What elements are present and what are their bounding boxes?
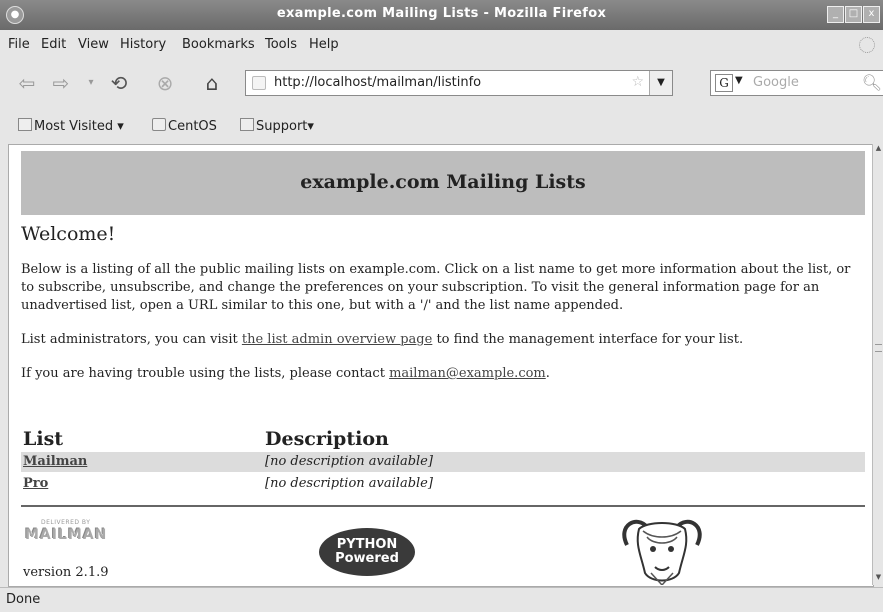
bookmark-centos[interactable]: CentOS (152, 118, 217, 134)
scroll-thumb-grip[interactable] (875, 344, 882, 352)
browser-window: ● example.com Mailing Lists - Mozilla Fi… (0, 0, 883, 612)
search-engine-icon[interactable]: G (715, 74, 733, 92)
admin-text-suffix: to find the management interface for you… (432, 332, 744, 347)
menu-help[interactable]: Help (309, 37, 339, 52)
column-header-list: List (23, 428, 64, 450)
contact-text: If you are having trouble using the list… (21, 366, 390, 381)
contact-text-suffix: . (545, 366, 550, 381)
page-content: example.com Mailing Lists Welcome! Below… (8, 144, 874, 587)
scroll-down-arrow-icon[interactable]: ▼ (873, 573, 883, 585)
folder-icon (240, 118, 254, 131)
bookmark-most-visited[interactable]: Most Visited ▾ (18, 118, 124, 134)
bookmark-label: Most Visited (34, 119, 114, 134)
admin-text: List administrators, you can visit (21, 332, 242, 347)
welcome-heading: Welcome! (21, 223, 116, 245)
address-url[interactable]: http://localhost/mailman/listinfo (274, 75, 481, 90)
list-link-pro[interactable]: Pro (23, 476, 48, 491)
admin-overview-link[interactable]: the list admin overview page (242, 332, 432, 347)
menu-edit[interactable]: Edit (41, 37, 66, 52)
close-button[interactable]: x (863, 6, 880, 23)
search-magnifier-icon[interactable]: 🔍︎ (862, 73, 882, 92)
search-engine-dropdown-icon[interactable]: ▼ (735, 75, 743, 86)
bookmarks-toolbar: Most Visited ▾ CentOS Support▾ (0, 112, 883, 138)
activity-throbber-icon (859, 37, 875, 53)
list-link-mailman[interactable]: Mailman (23, 454, 87, 469)
python-logo-line2: Powered (335, 551, 399, 566)
version-label: version 2.1.9 (23, 565, 109, 580)
chevron-down-icon: ▾ (117, 119, 124, 134)
list-description: [no description available] (265, 454, 433, 469)
forward-arrow-icon[interactable]: ⇨ (50, 70, 72, 96)
contact-email-link[interactable]: mailman@example.com (389, 366, 546, 381)
reload-icon[interactable]: ⟲ (104, 70, 134, 96)
scroll-up-arrow-icon[interactable]: ▲ (873, 144, 883, 156)
contact-paragraph: If you are having trouble using the list… (21, 365, 861, 383)
intro-paragraph: Below is a listing of all the public mai… (21, 262, 851, 313)
column-header-description: Description (265, 428, 389, 450)
address-bar[interactable]: http://localhost/mailman/listinfo ☆ ▼ (245, 70, 673, 96)
page-title: example.com Mailing Lists (300, 171, 586, 193)
window-title: example.com Mailing Lists - Mozilla Fire… (276, 6, 607, 21)
vertical-scrollbar[interactable]: ▲ ▼ (872, 144, 883, 585)
page-banner: example.com Mailing Lists (21, 151, 865, 215)
mailman-logo-text: MAILMAN (25, 527, 108, 543)
admin-paragraph: List administrators, you can visit the l… (21, 331, 861, 349)
home-icon[interactable]: ⌂ (198, 70, 226, 96)
title-bar: ● example.com Mailing Lists - Mozilla Fi… (0, 0, 883, 30)
page-icon (152, 118, 166, 131)
table-row: Mailman [no description available] (21, 452, 865, 472)
maximize-button[interactable]: □ (845, 6, 862, 23)
mailman-logo[interactable]: DELIVERED BY MAILMAN (23, 519, 133, 549)
bookmark-star-icon[interactable]: ☆ (631, 74, 644, 90)
footer-divider (21, 505, 865, 507)
minimize-button[interactable]: _ (827, 6, 844, 23)
menu-bookmarks[interactable]: Bookmarks (182, 37, 255, 52)
stop-icon[interactable]: ⊗ (152, 70, 178, 96)
list-description: [no description available] (265, 476, 433, 491)
menu-tools[interactable]: Tools (265, 37, 297, 52)
menu-bar: File Edit View History Bookmarks Tools H… (0, 33, 883, 57)
search-placeholder[interactable]: Google (753, 75, 799, 90)
python-powered-logo[interactable]: PYTHON Powered (319, 528, 415, 576)
menu-history[interactable]: History (120, 37, 166, 52)
bookmark-label: Support (256, 119, 308, 134)
folder-icon (18, 118, 32, 131)
menu-view[interactable]: View (78, 37, 109, 52)
back-arrow-icon[interactable]: ⇦ (16, 70, 38, 96)
menu-file[interactable]: File (8, 37, 30, 52)
bookmark-label: CentOS (168, 119, 217, 134)
status-bar: Done (0, 587, 883, 612)
table-row: Pro [no description available] (21, 474, 865, 494)
search-box[interactable]: G ▼ Google 🔍︎ (710, 70, 883, 96)
address-dropdown-button[interactable]: ▼ (649, 71, 672, 95)
status-text: Done (6, 592, 41, 607)
gnu-logo-icon[interactable] (617, 515, 707, 585)
mailman-logo-tagline: DELIVERED BY (41, 519, 91, 526)
bookmark-support[interactable]: Support▾ (240, 118, 314, 134)
history-dropdown-icon[interactable]: ▾ (84, 70, 98, 96)
python-logo-line1: PYTHON (336, 537, 398, 552)
chevron-down-icon: ▾ (307, 119, 314, 134)
page-favicon-icon (252, 76, 266, 90)
